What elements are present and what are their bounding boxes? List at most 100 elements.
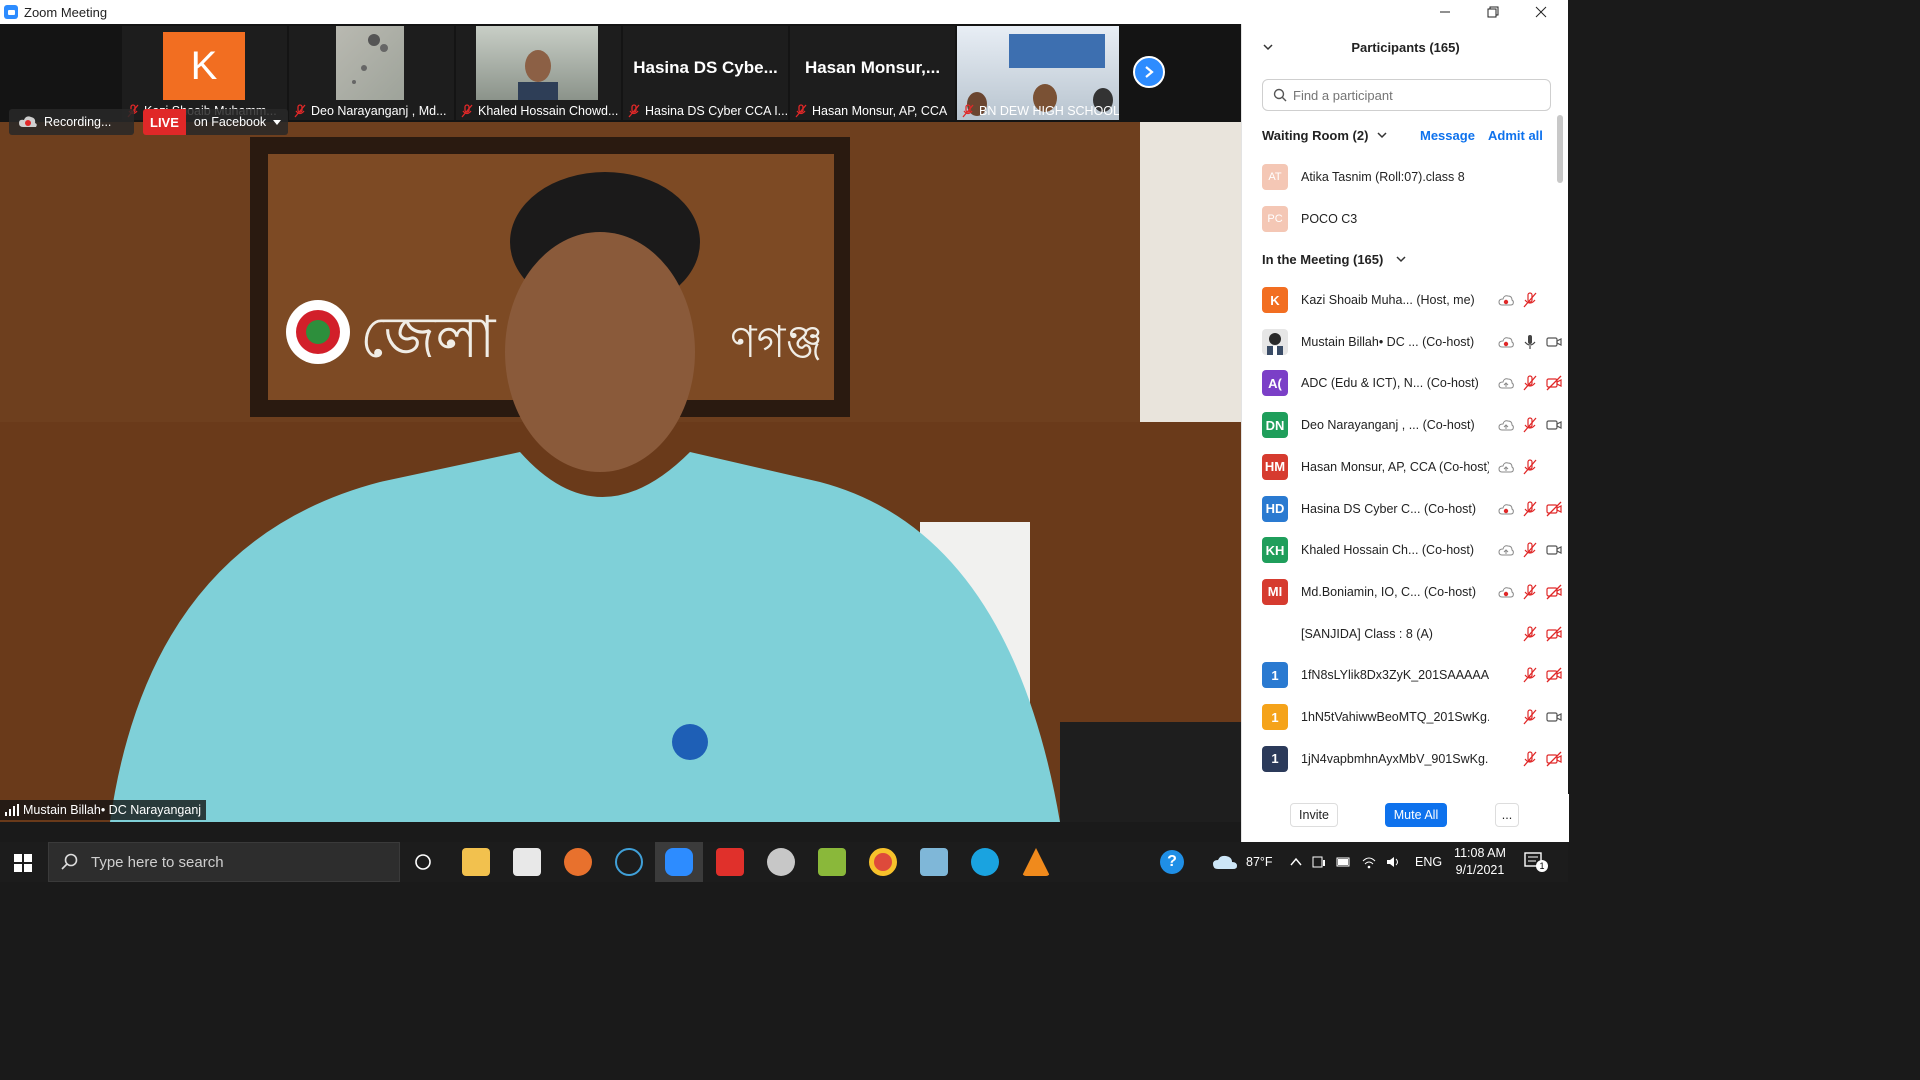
start-button[interactable] xyxy=(14,854,32,877)
participant-row[interactable]: KH Khaled Hossain Ch... (Co-host) xyxy=(1262,535,1562,565)
notepad-icon[interactable] xyxy=(920,848,948,876)
vlc-icon[interactable] xyxy=(1022,848,1050,876)
file-explorer-icon[interactable] xyxy=(462,848,490,876)
live-stream-indicator[interactable]: LIVE on Facebook xyxy=(143,109,289,135)
thumbnail-khaled[interactable]: Khaled Hossain Chowd... xyxy=(456,26,621,120)
search-input[interactable] xyxy=(1293,87,1533,103)
edge-icon[interactable] xyxy=(971,848,999,876)
zoom-taskbar-icon[interactable] xyxy=(665,848,693,876)
recording-indicator[interactable]: Recording... xyxy=(9,109,134,135)
avatar: DN xyxy=(1262,412,1288,439)
mic-muted-icon xyxy=(294,104,306,118)
avatar: 1 xyxy=(1262,704,1288,730)
thumbnail-hasan[interactable]: Hasan Monsur,... Hasan Monsur, AP, CCA xyxy=(790,26,955,120)
taskbar-search[interactable]: Type here to search xyxy=(48,842,400,882)
waiting-room-item[interactable]: AT Atika Tasnim (Roll:07).class 8 xyxy=(1262,162,1562,192)
participant-name: Deo Narayanganj , ... (Co-host) xyxy=(1301,418,1475,433)
active-speaker-label: Mustain Billah• DC Narayanganj xyxy=(0,800,207,820)
participant-name: Khaled Hossain Ch... (Co-host) xyxy=(1301,543,1474,558)
caret-down-icon xyxy=(273,120,282,125)
main-speaker-video[interactable]: জেলা প্র ণগঞ্জ xyxy=(0,122,1241,822)
mic-muted-icon xyxy=(1523,709,1537,725)
participant-row[interactable]: A(ADC (Edu & ICT), N... (Co-host) xyxy=(1262,368,1562,398)
participant-row[interactable]: 1 1fN8sLYlik8Dx3ZyK_201SAAAAA... xyxy=(1262,660,1562,690)
thumbnail-kazi[interactable]: K Kazi Shoaib Muhamm... xyxy=(122,26,287,120)
system-tray-icons[interactable] xyxy=(1290,842,1400,882)
window-title: Zoom Meeting xyxy=(24,4,108,20)
waiting-room-heading[interactable]: Waiting Room (2) xyxy=(1262,125,1388,145)
message-waiting-room-link[interactable]: Message xyxy=(1420,128,1475,143)
video-off-icon xyxy=(1546,667,1562,683)
notification-badge: 1 xyxy=(1536,860,1548,872)
participant-status-icons xyxy=(1498,584,1562,600)
thumbnail-bn-dew[interactable]: BN DEW HIGH SCHOOL xyxy=(957,26,1119,120)
mic-muted-icon xyxy=(1523,375,1537,391)
participant-name: Md.Boniamin, IO, C... (Co-host) xyxy=(1301,584,1477,599)
chevron-down-icon xyxy=(1377,132,1387,139)
participant-name: Hasan Monsur, AP, CCA (Co-host) xyxy=(1301,459,1489,474)
participants-scrollbar[interactable] xyxy=(1557,115,1563,183)
participant-row[interactable]: 1 1hN5tVahiwwBeoMTQ_201SwKg... xyxy=(1262,702,1562,732)
cloud-icon xyxy=(1498,545,1514,556)
participant-status-icons xyxy=(1522,709,1562,725)
store-icon[interactable] xyxy=(513,848,541,876)
notification-center-button[interactable]: 1 xyxy=(1524,852,1548,877)
zoom-app-icon xyxy=(4,5,18,19)
participant-row[interactable]: DN Deo Narayanganj , ... (Co-host) xyxy=(1262,410,1562,440)
search-icon xyxy=(61,853,78,870)
input-language[interactable]: ENG xyxy=(1415,842,1442,882)
participant-status-icons xyxy=(1498,292,1562,308)
mic-on-icon xyxy=(1524,334,1536,349)
video-on-icon xyxy=(1546,420,1562,430)
mute-all-button[interactable]: Mute All xyxy=(1385,803,1447,827)
participant-status-icons xyxy=(1498,500,1562,517)
waiting-room-item[interactable]: PC POCO C3 xyxy=(1262,204,1562,234)
live-destination[interactable]: on Facebook xyxy=(185,109,289,135)
firefox-icon[interactable] xyxy=(564,848,592,876)
in-meeting-heading[interactable]: In the Meeting (165) xyxy=(1262,249,1407,269)
participant-search[interactable] xyxy=(1262,79,1551,111)
more-options-button[interactable]: ... xyxy=(1495,803,1519,827)
participant-name: POCO C3 xyxy=(1301,211,1358,226)
restore-button[interactable] xyxy=(1470,0,1516,24)
paint-icon[interactable] xyxy=(767,848,795,876)
participant-row[interactable]: K Kazi Shoaib Muha... (Host, me) xyxy=(1262,285,1562,315)
participant-row[interactable]: [SANJIDA] Class : 8 (A) xyxy=(1262,619,1562,649)
participant-status-icons xyxy=(1522,751,1562,767)
task-view-button[interactable] xyxy=(414,853,432,876)
participant-row[interactable]: HM Hasan Monsur, AP, CCA (Co-host) xyxy=(1262,452,1562,482)
participant-row[interactable]: MI Md.Boniamin, IO, C... (Co-host) xyxy=(1262,577,1562,607)
weather-widget[interactable]: 87°F xyxy=(1212,842,1273,882)
zoom-window: Zoom Meeting K Kazi Shoaib Muhamm... xyxy=(0,0,1569,842)
mic-muted-icon xyxy=(1523,584,1537,600)
participant-name: Hasina DS Cyber C... (Co-host) xyxy=(1301,501,1477,516)
mic-muted-icon xyxy=(795,104,807,118)
close-button[interactable] xyxy=(1518,0,1564,24)
speaker-video-feed: জেলা প্র ণগঞ্জ xyxy=(0,122,1241,822)
mic-muted-icon xyxy=(628,104,640,118)
video-off-icon xyxy=(1546,375,1562,391)
participant-name: 1jN4vapbmhnAyxMbV_901SwKg... xyxy=(1301,751,1489,766)
participant-name: 1hN5tVahiwwBeoMTQ_201SwKg... xyxy=(1301,710,1489,724)
clock[interactable]: 11:08 AM 9/1/2021 xyxy=(1448,845,1512,879)
anydesk-icon[interactable] xyxy=(716,848,744,876)
video-off-icon xyxy=(1546,501,1562,516)
video-feed-content xyxy=(518,50,558,100)
infinity-app-icon[interactable] xyxy=(615,848,643,876)
help-icon[interactable]: ? xyxy=(1160,850,1184,874)
chrome-icon[interactable] xyxy=(869,848,897,876)
admit-all-link[interactable]: Admit all xyxy=(1488,128,1543,143)
app-icon-green[interactable] xyxy=(818,848,846,876)
meeting-controls-bar xyxy=(0,822,1241,842)
thumbnail-label: Hasina DS Cyber CCA I... xyxy=(623,102,788,120)
avatar: 1 xyxy=(1262,662,1288,689)
invite-button[interactable]: Invite xyxy=(1290,803,1338,827)
participant-row[interactable]: 1 1jN4vapbmhnAyxMbV_901SwKg... xyxy=(1262,744,1562,774)
thumbnail-deo[interactable]: Deo Narayanganj , Md... xyxy=(289,26,454,120)
cloud-recording-icon xyxy=(1498,295,1514,306)
next-page-button[interactable] xyxy=(1133,56,1165,88)
participant-row[interactable]: Mustain Billah• DC ... (Co-host) xyxy=(1262,327,1562,357)
thumbnail-hasina[interactable]: Hasina DS Cybe... Hasina DS Cyber CCA I.… xyxy=(623,26,788,120)
participant-row[interactable]: HD Hasina DS Cyber C... (Co-host) xyxy=(1262,494,1562,524)
minimize-button[interactable] xyxy=(1422,0,1468,24)
